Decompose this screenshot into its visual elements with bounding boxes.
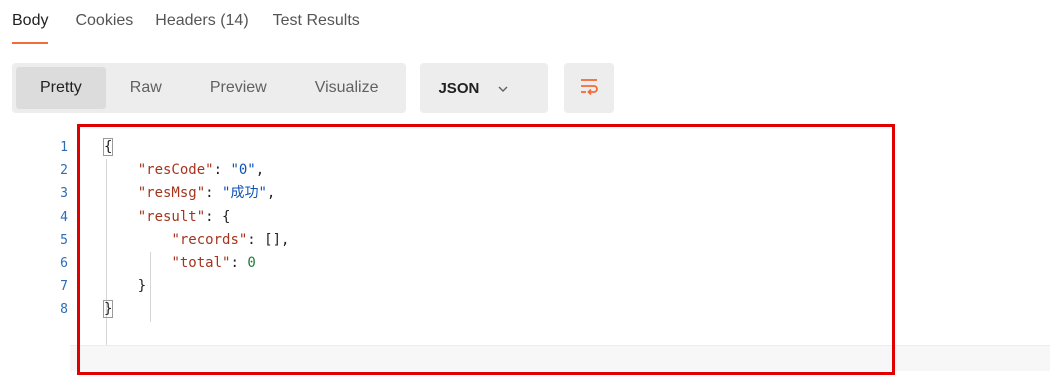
line-number: 1 bbox=[60, 140, 68, 155]
json-number-value: 0 bbox=[247, 254, 256, 271]
current-line-highlight bbox=[70, 345, 1050, 371]
json-key: "resCode" bbox=[137, 162, 214, 179]
pretty-button[interactable]: Pretty bbox=[16, 67, 106, 109]
json-string-value: "成功" bbox=[222, 185, 267, 202]
json-key: "records" bbox=[171, 231, 248, 248]
code-line: "resMsg": "成功", bbox=[137, 185, 276, 202]
line-number: 5 bbox=[60, 232, 68, 248]
json-array-value: [] bbox=[264, 231, 282, 248]
tab-cookies[interactable]: Cookies bbox=[75, 0, 133, 48]
chevron-down-icon bbox=[497, 82, 509, 94]
wrap-lines-button[interactable] bbox=[564, 63, 615, 113]
line-number-gutter: 1 2 3 4 5 6 7 8 bbox=[40, 136, 68, 322]
line-number: 6 bbox=[60, 255, 68, 271]
code-line: } bbox=[102, 298, 289, 321]
response-toolbar: Pretty Raw Preview Visualize JSON bbox=[12, 62, 615, 114]
json-string-value: "0" bbox=[230, 162, 256, 179]
raw-button[interactable]: Raw bbox=[106, 67, 186, 109]
response-body-editor[interactable]: 1 2 3 4 5 6 7 8 { "resCode": "0", "resMs… bbox=[0, 136, 1050, 379]
code-line: "records": [], bbox=[171, 231, 290, 248]
line-number: 7 bbox=[60, 279, 68, 295]
format-select-value: JSON bbox=[438, 79, 480, 97]
code-line: "result": { bbox=[137, 208, 231, 225]
code-line: "total": 0 bbox=[171, 254, 256, 271]
json-close-brace: } bbox=[137, 278, 147, 295]
json-key: "resMsg" bbox=[137, 185, 206, 202]
line-number: 4 bbox=[60, 209, 68, 225]
line-number: 2 bbox=[60, 163, 68, 179]
code-line: { bbox=[102, 136, 289, 159]
wrap-lines-icon bbox=[578, 75, 600, 102]
format-select[interactable]: JSON bbox=[420, 63, 549, 113]
preview-button[interactable]: Preview bbox=[186, 67, 291, 109]
code-line: "resCode": "0", bbox=[137, 162, 265, 179]
json-open-brace: { bbox=[102, 138, 114, 156]
visualize-button[interactable]: Visualize bbox=[291, 67, 403, 109]
tab-headers[interactable]: Headers (14) bbox=[155, 0, 248, 48]
json-close-brace: } bbox=[102, 300, 114, 319]
view-mode-group: Pretty Raw Preview Visualize bbox=[12, 63, 407, 113]
tab-test-results[interactable]: Test Results bbox=[273, 0, 360, 48]
line-number: 8 bbox=[60, 302, 68, 318]
line-number: 3 bbox=[60, 186, 68, 202]
json-key: "total" bbox=[171, 254, 231, 271]
json-key: "result" bbox=[137, 208, 206, 225]
response-tabs: Body Cookies Headers (14) Test Results bbox=[12, 0, 387, 48]
json-code: { "resCode": "0", "resMsg": "成功", "resul… bbox=[102, 136, 290, 322]
code-line: } bbox=[104, 275, 289, 298]
tab-body[interactable]: Body bbox=[12, 0, 49, 48]
